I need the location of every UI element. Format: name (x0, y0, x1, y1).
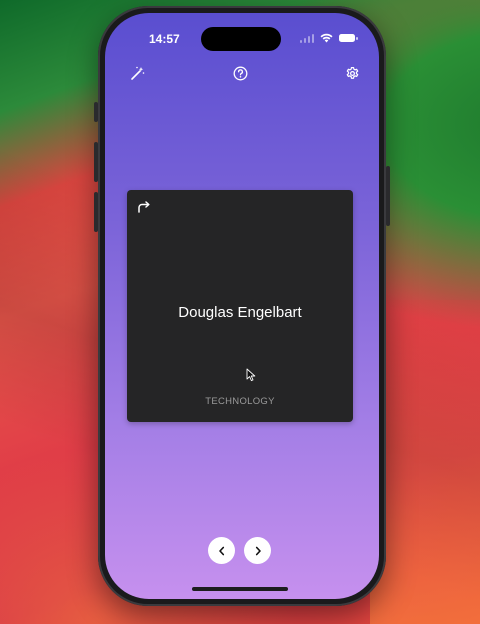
battery-icon (339, 34, 358, 42)
status-time: 14:57 (149, 32, 180, 46)
volume-down-button (94, 192, 98, 232)
card-category: TECHNOLOGY (205, 396, 275, 407)
dynamic-island (201, 27, 281, 51)
action-button (94, 102, 98, 122)
help-button[interactable] (231, 64, 249, 82)
gear-icon (346, 66, 358, 79)
chevron-right-icon (255, 546, 261, 555)
next-button[interactable] (244, 537, 271, 564)
home-indicator[interactable] (192, 587, 288, 591)
flip-arrow-icon[interactable] (136, 199, 152, 215)
status-icons (299, 33, 358, 43)
magic-wand-icon (130, 66, 144, 80)
chevron-left-icon (218, 546, 224, 555)
previous-button[interactable] (208, 537, 235, 564)
mouse-pointer-icon (246, 368, 256, 382)
magic-wand-button[interactable] (128, 64, 146, 82)
card-title: Douglas Engelbart (178, 304, 302, 321)
help-icon (233, 66, 247, 80)
settings-button[interactable] (343, 64, 361, 82)
app-screen: 14:57 Douglas Engelbart TECHNOLOGY (105, 13, 379, 599)
phone-frame: 14:57 Douglas Engelbart TECHNOLOGY (94, 6, 390, 606)
cellular-signal-icon (299, 33, 314, 43)
flash-card[interactable]: Douglas Engelbart TECHNOLOGY (127, 190, 353, 422)
power-button (386, 166, 390, 226)
wifi-icon (320, 33, 333, 43)
volume-up-button (94, 142, 98, 182)
